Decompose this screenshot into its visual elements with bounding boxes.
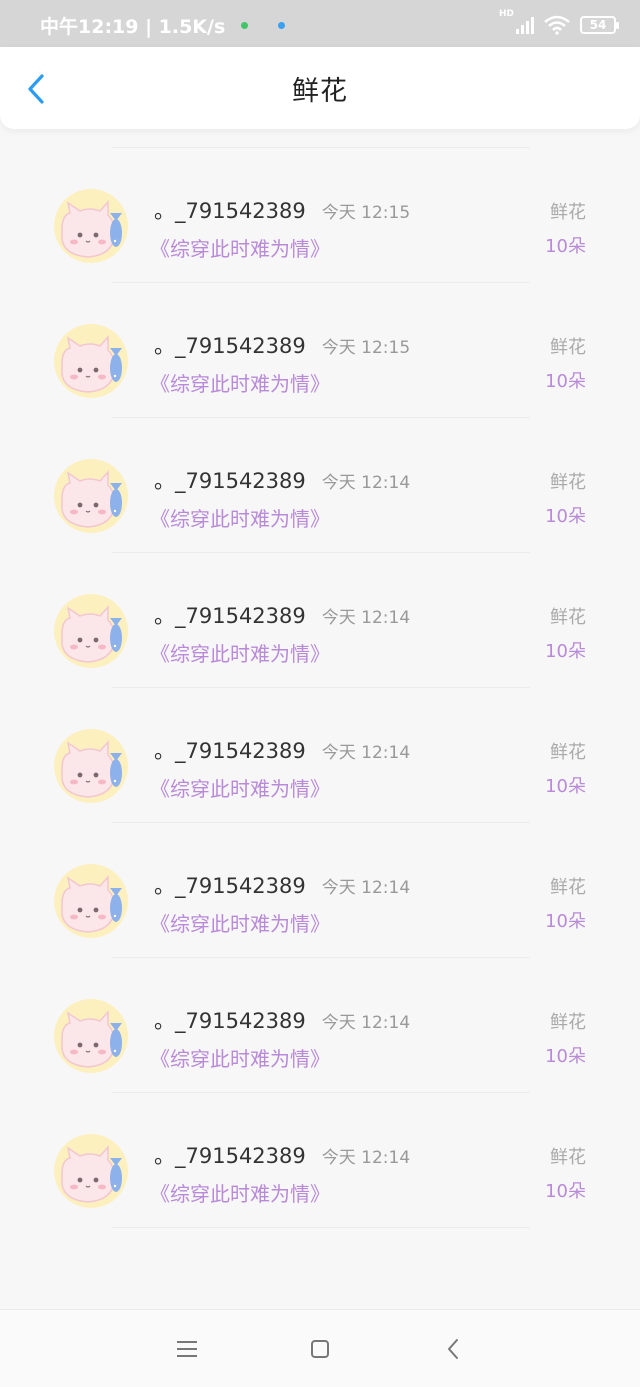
page-title: 鲜花: [292, 75, 348, 107]
timestamp: 今天 12:14: [321, 1148, 411, 1168]
book-title[interactable]: 《综穿此时难为情》: [150, 368, 330, 397]
battery-level: 54: [589, 18, 607, 32]
home-button[interactable]: [300, 1329, 340, 1369]
book-title[interactable]: 《综穿此时难为情》: [150, 1178, 330, 1207]
status-right: HD 54: [499, 9, 619, 35]
user-line: 。_791542389 今天 12:14: [154, 1005, 410, 1035]
status-left: 中午12:19 | 1.5K/s: [40, 12, 499, 39]
user-line: 。_791542389 今天 12:15: [154, 195, 410, 225]
status-bar: 中午12:19 | 1.5K/s HD 54: [0, 0, 640, 50]
book-title[interactable]: 《综穿此时难为情》: [150, 638, 330, 667]
gift-count: 10朵: [545, 236, 586, 257]
cat-avatar-icon: [61, 200, 122, 258]
wifi-icon: [544, 15, 570, 35]
back-button[interactable]: [18, 71, 54, 107]
menu-button[interactable]: [167, 1329, 207, 1369]
chevron-left-icon: [28, 74, 44, 104]
book-title[interactable]: 《综穿此时难为情》: [150, 503, 330, 532]
user-line: 。_791542389 今天 12:14: [154, 870, 410, 900]
menu-icon: [176, 1340, 197, 1357]
list-item[interactable]: 。_791542389 今天 12:14 《综穿此时难为情》 鲜花 10朵: [0, 688, 640, 823]
gift-name: 鲜花: [550, 1147, 586, 1168]
username[interactable]: 。_791542389: [154, 1140, 306, 1170]
list-item[interactable]: 《综穿此时难为情》 10朵: [0, 129, 640, 148]
timestamp: 今天 12:14: [321, 608, 411, 628]
book-title[interactable]: 《综穿此时难为情》: [150, 1043, 330, 1072]
header: 鲜花: [0, 47, 640, 129]
book-title[interactable]: 《综穿此时难为情》: [150, 773, 330, 802]
book-title[interactable]: 《综穿此时难为情》: [150, 908, 330, 937]
timestamp: 今天 12:15: [321, 338, 411, 358]
avatar[interactable]: [54, 324, 128, 398]
user-line: 。_791542389 今天 12:14: [154, 1140, 410, 1170]
cat-avatar-icon: [61, 470, 122, 528]
book-title[interactable]: 《综穿此时难为情》: [150, 233, 330, 262]
gift-count: 10朵: [545, 641, 586, 662]
status-time-speed: 中午12:19 | 1.5K/s: [40, 15, 226, 38]
green-dot-icon: [241, 21, 249, 29]
username[interactable]: 。_791542389: [154, 195, 306, 225]
timestamp: 今天 12:14: [321, 743, 411, 763]
list-item[interactable]: 。_791542389 今天 12:14 《综穿此时难为情》 鲜花 10朵: [0, 823, 640, 958]
list-item[interactable]: 。_791542389 今天 12:14 《综穿此时难为情》 鲜花 10朵: [0, 958, 640, 1093]
divider: [112, 1227, 530, 1228]
timestamp: 今天 12:15: [321, 203, 411, 223]
gift-count: 10朵: [545, 506, 586, 527]
avatar[interactable]: [54, 999, 128, 1073]
username[interactable]: 。_791542389: [154, 1005, 306, 1035]
user-line: 。_791542389 今天 12:15: [154, 330, 410, 360]
user-line: 。_791542389 今天 12:14: [154, 735, 410, 765]
gift-name: 鲜花: [550, 337, 586, 358]
avatar[interactable]: [54, 729, 128, 803]
avatar[interactable]: [54, 864, 128, 938]
avatar[interactable]: [54, 189, 128, 263]
cat-avatar-icon: [61, 740, 122, 798]
cat-avatar-icon: [61, 1145, 122, 1203]
battery-icon: 54: [580, 16, 619, 34]
back-nav-button[interactable]: [433, 1329, 473, 1369]
cat-avatar-icon: [61, 875, 122, 933]
username[interactable]: 。_791542389: [154, 870, 306, 900]
gift-name: 鲜花: [550, 877, 586, 898]
avatar[interactable]: [54, 1134, 128, 1208]
list-item[interactable]: 。_791542389 今天 12:14 《综穿此时难为情》 鲜花 10朵: [0, 1093, 640, 1228]
user-line: 。_791542389 今天 12:14: [154, 600, 410, 630]
signal-icon: [516, 16, 534, 34]
gift-count: 10朵: [545, 1046, 586, 1067]
list-item[interactable]: 。_791542389 今天 12:15 《综穿此时难为情》 鲜花 10朵: [0, 148, 640, 283]
gift-name: 鲜花: [550, 607, 586, 628]
hd-badge: HD: [498, 9, 514, 19]
gift-name: 鲜花: [550, 202, 586, 223]
gift-list[interactable]: 《综穿此时难为情》 10朵 。_791542389 今天 12:15 《综穿此时…: [0, 129, 640, 1309]
username[interactable]: 。_791542389: [154, 600, 306, 630]
back-triangle-icon: [448, 1338, 459, 1359]
gift-count: 10朵: [545, 911, 586, 932]
gift-count: 10朵: [545, 1181, 586, 1202]
system-nav-bar: [0, 1309, 640, 1387]
gift-count: 10朵: [545, 776, 586, 797]
cat-avatar-icon: [61, 1010, 122, 1068]
user-line: 。_791542389 今天 12:14: [154, 465, 410, 495]
timestamp: 今天 12:14: [321, 1013, 411, 1033]
gift-name: 鲜花: [550, 742, 586, 763]
timestamp: 今天 12:14: [321, 473, 411, 493]
username[interactable]: 。_791542389: [154, 735, 306, 765]
cat-avatar-icon: [61, 605, 122, 663]
username[interactable]: 。_791542389: [154, 330, 306, 360]
list-item[interactable]: 。_791542389 今天 12:14 《综穿此时难为情》 鲜花 10朵: [0, 418, 640, 553]
avatar[interactable]: [54, 459, 128, 533]
gift-name: 鲜花: [550, 1012, 586, 1033]
list-item[interactable]: 。_791542389 今天 12:14 《综穿此时难为情》 鲜花 10朵: [0, 553, 640, 688]
list-item[interactable]: 。_791542389 今天 12:15 《综穿此时难为情》 鲜花 10朵: [0, 283, 640, 418]
gift-count: 10朵: [545, 371, 586, 392]
username[interactable]: 。_791542389: [154, 465, 306, 495]
avatar[interactable]: [54, 594, 128, 668]
timestamp: 今天 12:14: [321, 878, 411, 898]
blue-dot-icon: [278, 21, 286, 29]
home-square-icon: [310, 1339, 329, 1358]
gift-name: 鲜花: [550, 472, 586, 493]
cat-avatar-icon: [61, 335, 122, 393]
